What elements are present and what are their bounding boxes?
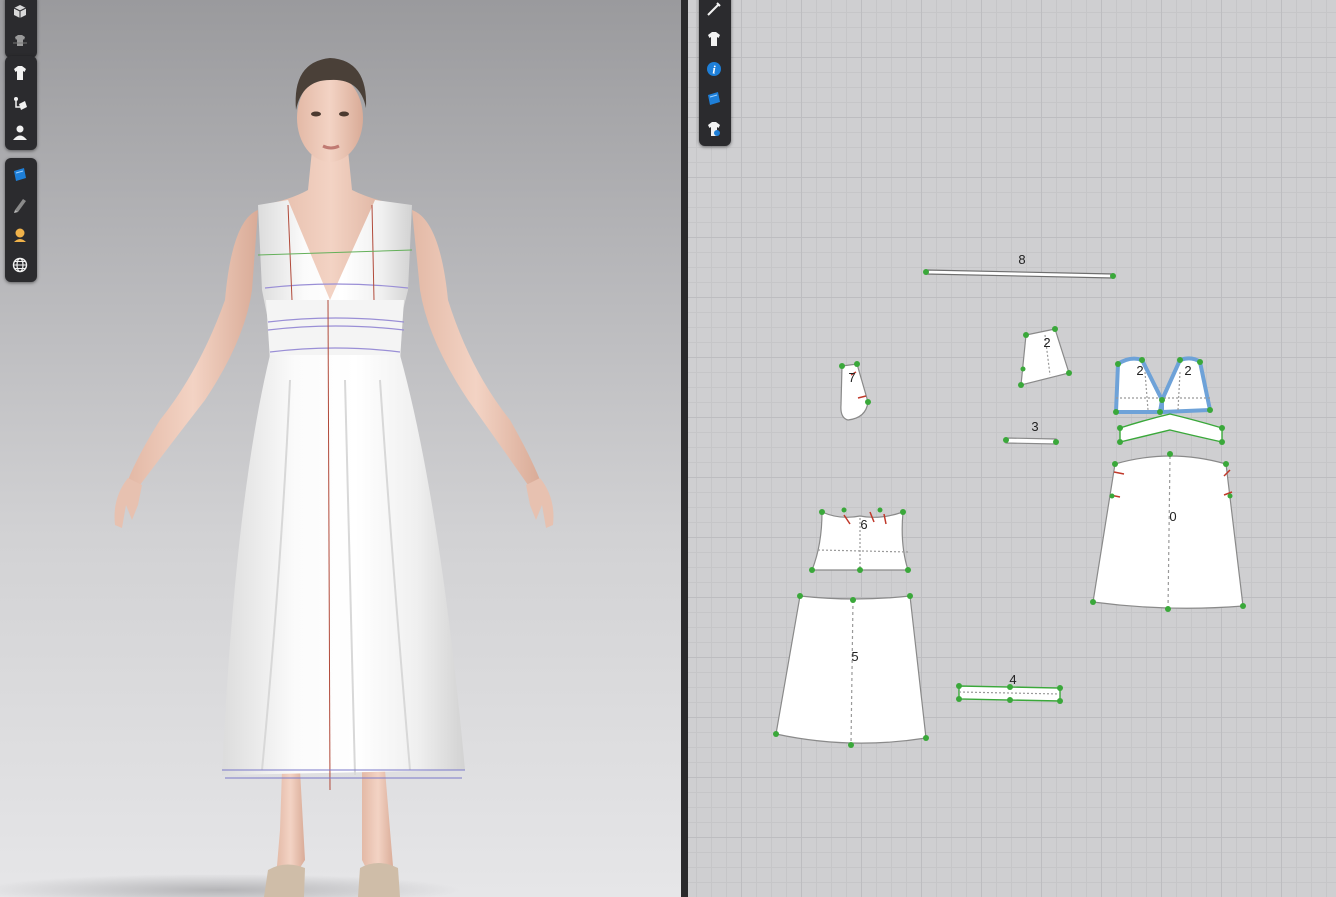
piece-label-8: 8	[1018, 252, 1025, 267]
viewport-divider[interactable]	[681, 0, 688, 897]
piece-label-0: 0	[1169, 509, 1176, 524]
piece-label-2-left: 2	[1136, 363, 1143, 378]
garment-settings-icon[interactable]	[699, 114, 729, 144]
pattern-piece-waistband[interactable]	[1117, 413, 1225, 445]
piece-label-2-right: 2	[1184, 363, 1191, 378]
globe-icon[interactable]	[5, 250, 35, 280]
pattern-pieces: 8 2 7 3 2 2 0 6 5 4	[773, 252, 1246, 748]
pattern-piece-2-pair[interactable]	[1113, 356, 1213, 415]
pattern-piece-3[interactable]	[1003, 437, 1059, 445]
info-icon[interactable]: i	[699, 54, 729, 84]
tshirt-icon[interactable]	[699, 24, 729, 54]
piece-label-6: 6	[860, 517, 867, 532]
avatar-3d-render	[0, 58, 554, 897]
pattern-piece-8[interactable]	[923, 269, 1116, 279]
piece-label-5: 5	[851, 649, 858, 664]
light-bulb-icon[interactable]	[5, 220, 35, 250]
cube-icon[interactable]	[5, 0, 35, 26]
2d-toolbar: i	[699, 0, 731, 146]
tshirt-icon[interactable]	[5, 58, 35, 88]
texture-map-icon[interactable]	[699, 84, 729, 114]
avatar-icon[interactable]	[5, 118, 35, 148]
fold-arrange-icon[interactable]	[5, 88, 35, 118]
piece-label-7: 7	[848, 370, 855, 385]
2d-pattern-viewport[interactable]: 8 2 7 3 2 2 0 6 5 4 i	[688, 0, 1336, 897]
3d-toolbar-top	[5, 0, 37, 58]
pattern-piece-5[interactable]	[773, 593, 929, 748]
piece-label-4: 4	[1009, 672, 1016, 687]
pen-icon[interactable]	[5, 190, 35, 220]
pen-tool-icon[interactable]	[699, 0, 729, 24]
piece-label-2-small: 2	[1043, 335, 1050, 350]
pattern-piece-0[interactable]	[1090, 451, 1246, 612]
piece-label-3: 3	[1031, 419, 1038, 434]
3d-viewport[interactable]	[0, 0, 681, 897]
3d-toolbar-display	[5, 158, 37, 282]
garment-stack-icon[interactable]	[5, 26, 35, 56]
texture-map-icon[interactable]	[5, 160, 35, 190]
3d-toolbar-garment	[5, 56, 37, 150]
